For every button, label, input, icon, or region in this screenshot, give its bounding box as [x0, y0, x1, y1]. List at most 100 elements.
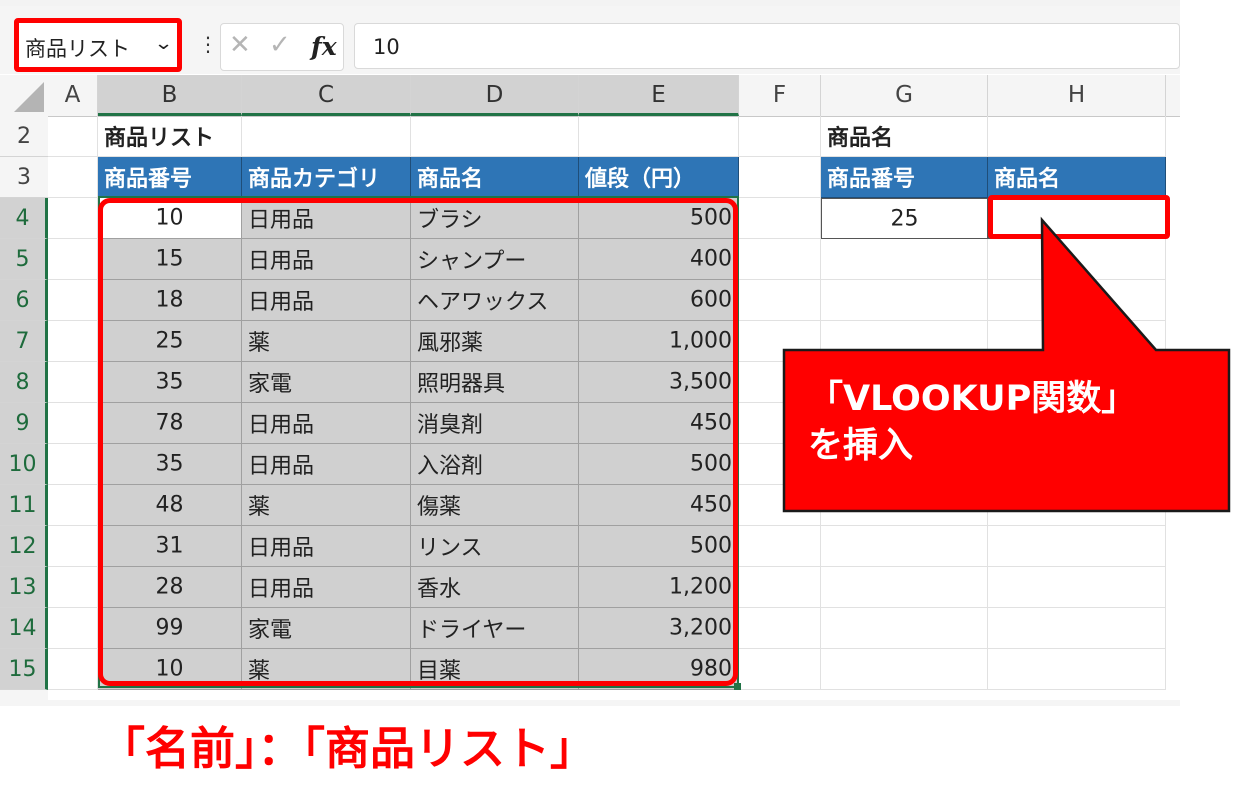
table-data-cell[interactable]: 3,500	[579, 362, 739, 403]
empty-cell[interactable]	[821, 608, 988, 649]
empty-cell[interactable]	[821, 567, 988, 608]
empty-cell[interactable]	[48, 321, 98, 362]
empty-cell[interactable]	[821, 649, 988, 690]
table-data-cell[interactable]: 35	[98, 362, 242, 403]
table-data-cell[interactable]: 600	[579, 280, 739, 321]
table-data-cell[interactable]: 25	[98, 321, 242, 362]
table-data-cell[interactable]: 日用品	[242, 403, 411, 444]
row-header-5[interactable]: 5	[0, 239, 48, 280]
table-data-cell[interactable]: 日用品	[242, 444, 411, 485]
column-header-b[interactable]: B	[98, 75, 242, 116]
table-data-cell[interactable]: 980	[579, 649, 739, 690]
table-data-cell[interactable]: 照明器具	[411, 362, 579, 403]
empty-cell[interactable]	[739, 526, 821, 567]
table-data-cell[interactable]: 日用品	[242, 526, 411, 567]
empty-cell[interactable]	[739, 157, 821, 198]
table-data-cell[interactable]: 10	[98, 649, 242, 690]
column-header-c[interactable]: C	[242, 75, 411, 116]
table-data-cell[interactable]: 傷薬	[411, 485, 579, 526]
row-header-4[interactable]: 4	[0, 198, 48, 239]
empty-cell[interactable]	[48, 649, 98, 690]
row-header-14[interactable]: 14	[0, 608, 48, 649]
table-data-cell[interactable]: 400	[579, 239, 739, 280]
table-data-cell[interactable]: 3,200	[579, 608, 739, 649]
table-data-cell[interactable]: 薬	[242, 485, 411, 526]
table-data-cell[interactable]: 日用品	[242, 239, 411, 280]
empty-cell[interactable]	[988, 608, 1166, 649]
empty-cell[interactable]	[739, 649, 821, 690]
empty-cell[interactable]	[48, 526, 98, 567]
table-data-cell[interactable]: 日用品	[242, 567, 411, 608]
table-title-cell[interactable]: 商品リスト	[98, 116, 242, 157]
table-data-cell[interactable]: 99	[98, 608, 242, 649]
column-header-f[interactable]: F	[739, 75, 821, 116]
lookup-header-cell[interactable]: 商品番号	[821, 157, 988, 198]
column-header-a[interactable]: A	[48, 75, 98, 116]
table-data-cell[interactable]: ヘアワックス	[411, 280, 579, 321]
empty-cell[interactable]	[988, 526, 1166, 567]
empty-cell[interactable]	[48, 608, 98, 649]
active-cell[interactable]: 10	[98, 198, 242, 239]
empty-cell[interactable]	[48, 485, 98, 526]
enter-icon[interactable]: ✓	[269, 32, 291, 58]
row-header-12[interactable]: 12	[0, 526, 48, 567]
name-box[interactable]: 商品リスト ⌄	[14, 18, 182, 72]
row-header-3[interactable]: 3	[0, 157, 48, 198]
table-data-cell[interactable]: 1,200	[579, 567, 739, 608]
table-data-cell[interactable]: 日用品	[242, 198, 411, 239]
row-header-9[interactable]: 9	[0, 403, 48, 444]
empty-cell[interactable]	[48, 280, 98, 321]
row-header-2[interactable]: 2	[0, 116, 48, 157]
table-data-cell[interactable]: シャンプー	[411, 239, 579, 280]
table-data-cell[interactable]: 風邪薬	[411, 321, 579, 362]
table-data-cell[interactable]: 31	[98, 526, 242, 567]
table-data-cell[interactable]: 500	[579, 444, 739, 485]
empty-cell[interactable]	[739, 608, 821, 649]
column-header-d[interactable]: D	[411, 75, 579, 116]
table-data-cell[interactable]: 78	[98, 403, 242, 444]
table-data-cell[interactable]: 薬	[242, 321, 411, 362]
row-header-6[interactable]: 6	[0, 280, 48, 321]
lookup-header-cell[interactable]: 商品名	[988, 157, 1166, 198]
row-header-8[interactable]: 8	[0, 362, 48, 403]
empty-cell[interactable]	[48, 239, 98, 280]
lookup-title-cell[interactable]: 商品名	[821, 116, 988, 157]
table-data-cell[interactable]: 薬	[242, 649, 411, 690]
empty-cell[interactable]	[48, 444, 98, 485]
table-data-cell[interactable]: 28	[98, 567, 242, 608]
table-data-cell[interactable]: 500	[579, 198, 739, 239]
empty-cell[interactable]	[48, 403, 98, 444]
column-header-h[interactable]: H	[988, 75, 1166, 116]
table-header-cell[interactable]: 商品番号	[98, 157, 242, 198]
table-data-cell[interactable]: 1,000	[579, 321, 739, 362]
table-data-cell[interactable]: 48	[98, 485, 242, 526]
table-data-cell[interactable]: 家電	[242, 362, 411, 403]
table-data-cell[interactable]: 香水	[411, 567, 579, 608]
table-data-cell[interactable]: ドライヤー	[411, 608, 579, 649]
table-data-cell[interactable]: 35	[98, 444, 242, 485]
fill-handle[interactable]	[734, 683, 741, 690]
more-options-icon[interactable]: ⋮	[198, 34, 218, 54]
table-data-cell[interactable]: 18	[98, 280, 242, 321]
empty-cell[interactable]	[821, 526, 988, 567]
table-data-cell[interactable]: 450	[579, 403, 739, 444]
cancel-icon[interactable]: ✕	[229, 32, 251, 58]
table-header-cell[interactable]: 商品カテゴリ	[242, 157, 411, 198]
empty-cell[interactable]	[48, 198, 98, 239]
row-header-11[interactable]: 11	[0, 485, 48, 526]
table-data-cell[interactable]: ブラシ	[411, 198, 579, 239]
table-data-cell[interactable]: 日用品	[242, 280, 411, 321]
empty-cell[interactable]	[48, 157, 98, 198]
table-data-cell[interactable]: 消臭剤	[411, 403, 579, 444]
table-data-cell[interactable]: 目薬	[411, 649, 579, 690]
empty-cell[interactable]	[48, 567, 98, 608]
empty-cell[interactable]	[739, 116, 821, 157]
empty-cell[interactable]	[739, 567, 821, 608]
empty-cell[interactable]	[411, 116, 579, 157]
column-header-g[interactable]: G	[821, 75, 988, 116]
table-header-cell[interactable]: 商品名	[411, 157, 579, 198]
empty-cell[interactable]	[988, 116, 1166, 157]
select-all-button[interactable]	[0, 75, 48, 116]
empty-cell[interactable]	[48, 116, 98, 157]
formula-input[interactable]: 10	[354, 23, 1180, 69]
